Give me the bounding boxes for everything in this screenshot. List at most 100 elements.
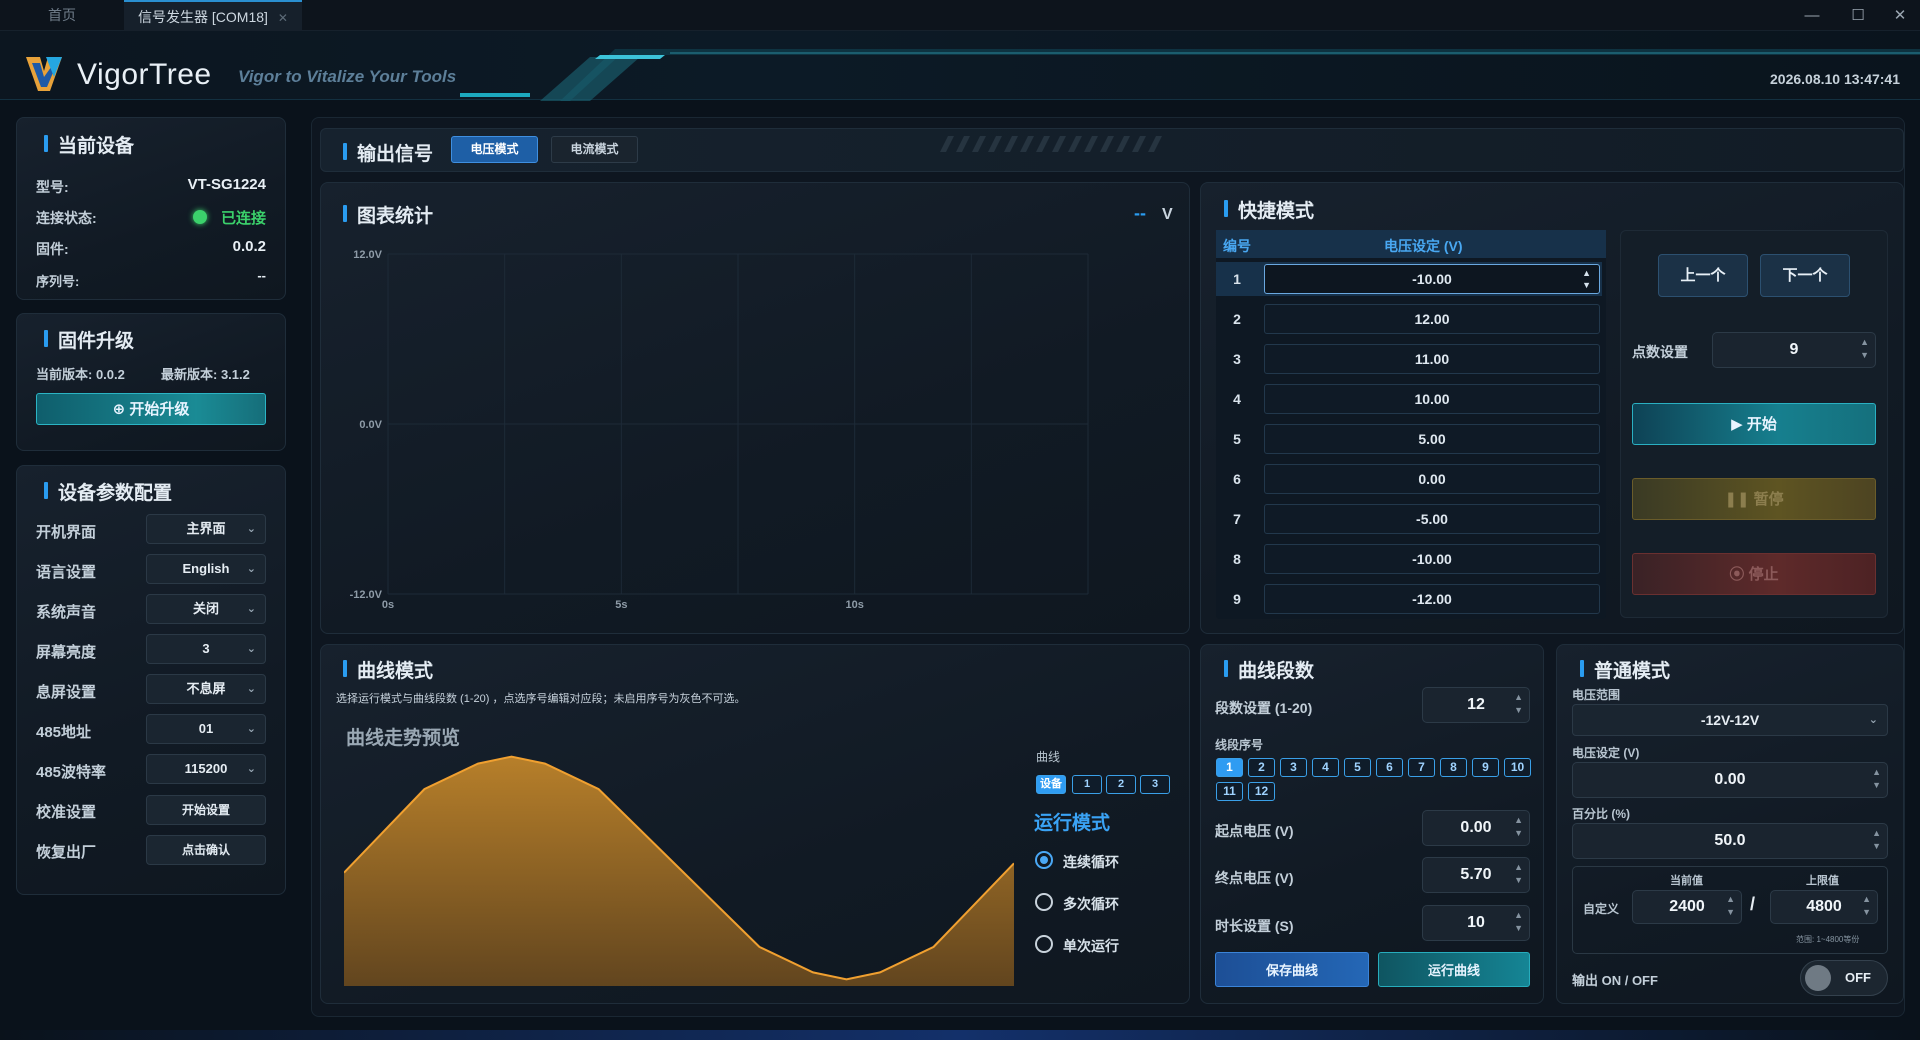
quick-start-button[interactable]: ▶ 开始 — [1632, 403, 1876, 445]
curve-tab[interactable]: 2 — [1106, 775, 1136, 794]
segment-number-button[interactable]: 8 — [1440, 758, 1467, 777]
param-select[interactable]: 关闭 ⌄ — [146, 594, 266, 624]
run-curve-button[interactable]: 运行曲线 — [1378, 952, 1530, 987]
run-mode-radio[interactable] — [1035, 893, 1053, 911]
segment-number-button[interactable]: 12 — [1248, 782, 1275, 801]
max-value-input[interactable]: 4800 ▲ ▼ — [1770, 890, 1878, 924]
segment-count-input[interactable]: 12 ▲ ▼ — [1422, 687, 1530, 723]
voltage-cell-value: -12.00 — [1412, 591, 1452, 607]
voltage-cell[interactable]: 5.00 — [1264, 424, 1600, 454]
end-voltage-spinner-icon[interactable]: ▲ ▼ — [1514, 861, 1523, 887]
output-toggle[interactable]: OFF — [1800, 960, 1888, 996]
quick-pause-label: 暂停 — [1753, 491, 1784, 508]
param-select[interactable]: 115200 ⌄ — [146, 754, 266, 784]
quick-table-row[interactable]: 6 0.00 — [1216, 462, 1602, 496]
param-select[interactable]: 不息屏 ⌄ — [146, 674, 266, 704]
curve-tab[interactable]: 3 — [1140, 775, 1170, 794]
chart-area: 12.0V 0.0V -12.0V0s 5s 10s — [350, 249, 1089, 611]
max-value-spinner-icon[interactable]: ▲ ▼ — [1862, 893, 1871, 919]
start-upgrade-button[interactable]: ⊕ 开始升级 — [36, 393, 266, 425]
output-onoff-label: 输出 ON / OFF — [1572, 973, 1658, 988]
voltage-set-input[interactable]: 0.00 ▲ ▼ — [1572, 762, 1888, 798]
voltage-cell[interactable]: 12.00 — [1264, 304, 1600, 334]
quick-stop-button[interactable]: ⦿ 停止 — [1632, 553, 1876, 595]
close-icon[interactable]: ✕ — [278, 11, 288, 25]
segment-number-button[interactable]: 7 — [1408, 758, 1435, 777]
points-spinner-icon[interactable]: ▲ ▼ — [1860, 336, 1869, 362]
duration-input[interactable]: 10 ▲ ▼ — [1422, 905, 1530, 941]
quick-table-row[interactable]: 8 -10.00 — [1216, 542, 1602, 576]
end-voltage-label: 终点电压 (V) — [1215, 870, 1294, 886]
voltage-cell[interactable]: -5.00 — [1264, 504, 1600, 534]
voltage-set-spinner-icon[interactable]: ▲ ▼ — [1872, 766, 1881, 792]
save-curve-button[interactable]: 保存曲线 — [1215, 952, 1369, 987]
param-select-value: 115200 — [184, 761, 228, 776]
voltage-cell[interactable]: -10.00 ▲ ▼ — [1264, 264, 1600, 294]
param-action-button[interactable]: 点击确认 — [146, 835, 266, 865]
segment-number-button[interactable]: 5 — [1344, 758, 1371, 777]
param-select[interactable]: 主界面 ⌄ — [146, 514, 266, 544]
param-select[interactable]: 3 ⌄ — [146, 634, 266, 664]
quick-table-row[interactable]: 5 5.00 — [1216, 422, 1602, 456]
segment-number-button[interactable]: 9 — [1472, 758, 1499, 777]
play-icon: ▶ — [1731, 416, 1747, 433]
maximize-icon[interactable]: ☐ — [1838, 0, 1878, 31]
cell-spinner-icon[interactable]: ▲ ▼ — [1582, 267, 1591, 291]
quick-pause-button[interactable]: ❚❚ 暂停 — [1632, 478, 1876, 520]
voltage-cell[interactable]: 11.00 — [1264, 344, 1600, 374]
quick-table-row[interactable]: 2 12.00 — [1216, 302, 1602, 336]
voltage-cell-value: 0.00 — [1418, 471, 1446, 487]
window-titlebar: 首页 信号发生器 [COM18] ✕ — ☐ ✕ — [0, 0, 1920, 31]
curve-mode-title: 曲线模式 — [343, 656, 433, 683]
voltage-cell[interactable]: 10.00 — [1264, 384, 1600, 414]
next-button[interactable]: 下一个 — [1760, 254, 1850, 297]
quick-table-row[interactable]: 4 10.00 — [1216, 382, 1602, 416]
param-action-button[interactable]: 开始设置 — [146, 795, 266, 825]
param-select[interactable]: 01 ⌄ — [146, 714, 266, 744]
segment-number-button[interactable]: 11 — [1216, 782, 1243, 801]
segment-number-button[interactable]: 6 — [1376, 758, 1403, 777]
current-value-spinner-icon[interactable]: ▲ ▼ — [1726, 893, 1735, 919]
percent-spinner-icon[interactable]: ▲ ▼ — [1872, 827, 1881, 853]
voltage-cell-value: -5.00 — [1416, 511, 1448, 527]
points-input[interactable]: 9 ▲ ▼ — [1712, 332, 1876, 368]
tab-home[interactable]: 首页 — [34, 0, 90, 31]
quick-table-row[interactable]: 9 -12.00 — [1216, 582, 1602, 616]
segment-count-spinner-icon[interactable]: ▲ ▼ — [1514, 691, 1523, 717]
voltage-cell[interactable]: 0.00 — [1264, 464, 1600, 494]
start-voltage-input[interactable]: 0.00 ▲ ▼ — [1422, 810, 1530, 846]
quick-table-row[interactable]: 1 -10.00 ▲ ▼ — [1216, 262, 1602, 296]
voltage-cell[interactable]: -12.00 — [1264, 584, 1600, 614]
param-select-value: 主界面 — [186, 521, 226, 536]
prev-button[interactable]: 上一个 — [1658, 254, 1748, 297]
segment-number-button[interactable]: 1 — [1216, 758, 1243, 777]
voltage-mode-tab[interactable]: 电压模式 — [451, 136, 538, 163]
current-value-input[interactable]: 2400 ▲ ▼ — [1632, 890, 1742, 924]
end-voltage-value: 5.70 — [1460, 866, 1492, 883]
col-no-header: 编号 — [1223, 238, 1251, 254]
segment-number-button[interactable]: 3 — [1280, 758, 1307, 777]
curve-tab[interactable]: 1 — [1072, 775, 1102, 794]
start-voltage-spinner-icon[interactable]: ▲ ▼ — [1514, 814, 1523, 840]
duration-spinner-icon[interactable]: ▲ ▼ — [1514, 909, 1523, 935]
window-close-icon[interactable]: ✕ — [1880, 0, 1920, 31]
run-mode-radio[interactable] — [1035, 851, 1053, 869]
segment-number-button[interactable]: 10 — [1504, 758, 1531, 777]
run-mode-radio[interactable] — [1035, 935, 1053, 953]
minimize-icon[interactable]: — — [1792, 0, 1832, 31]
voltage-cell[interactable]: -10.00 — [1264, 544, 1600, 574]
percent-input[interactable]: 50.0 ▲ ▼ — [1572, 823, 1888, 859]
segment-number-button[interactable]: 4 — [1312, 758, 1339, 777]
quick-table-row[interactable]: 3 11.00 — [1216, 342, 1602, 376]
voltage-range-select[interactable]: -12V-12V ⌄ — [1572, 704, 1888, 736]
param-select[interactable]: English ⌄ — [146, 554, 266, 584]
run-mode-label: 多次循环 — [1063, 896, 1119, 912]
pause-icon: ❚❚ — [1724, 491, 1754, 508]
segment-number-button[interactable]: 2 — [1248, 758, 1275, 777]
end-voltage-input[interactable]: 5.70 ▲ ▼ — [1422, 857, 1530, 893]
curve-tab[interactable]: 设备 — [1036, 775, 1066, 794]
tab-signal-generator[interactable]: 信号发生器 [COM18] ✕ — [124, 0, 302, 31]
y-tick-label: -12.0V — [350, 589, 383, 601]
current-mode-tab[interactable]: 电流模式 — [551, 136, 638, 163]
quick-table-row[interactable]: 7 -5.00 — [1216, 502, 1602, 536]
